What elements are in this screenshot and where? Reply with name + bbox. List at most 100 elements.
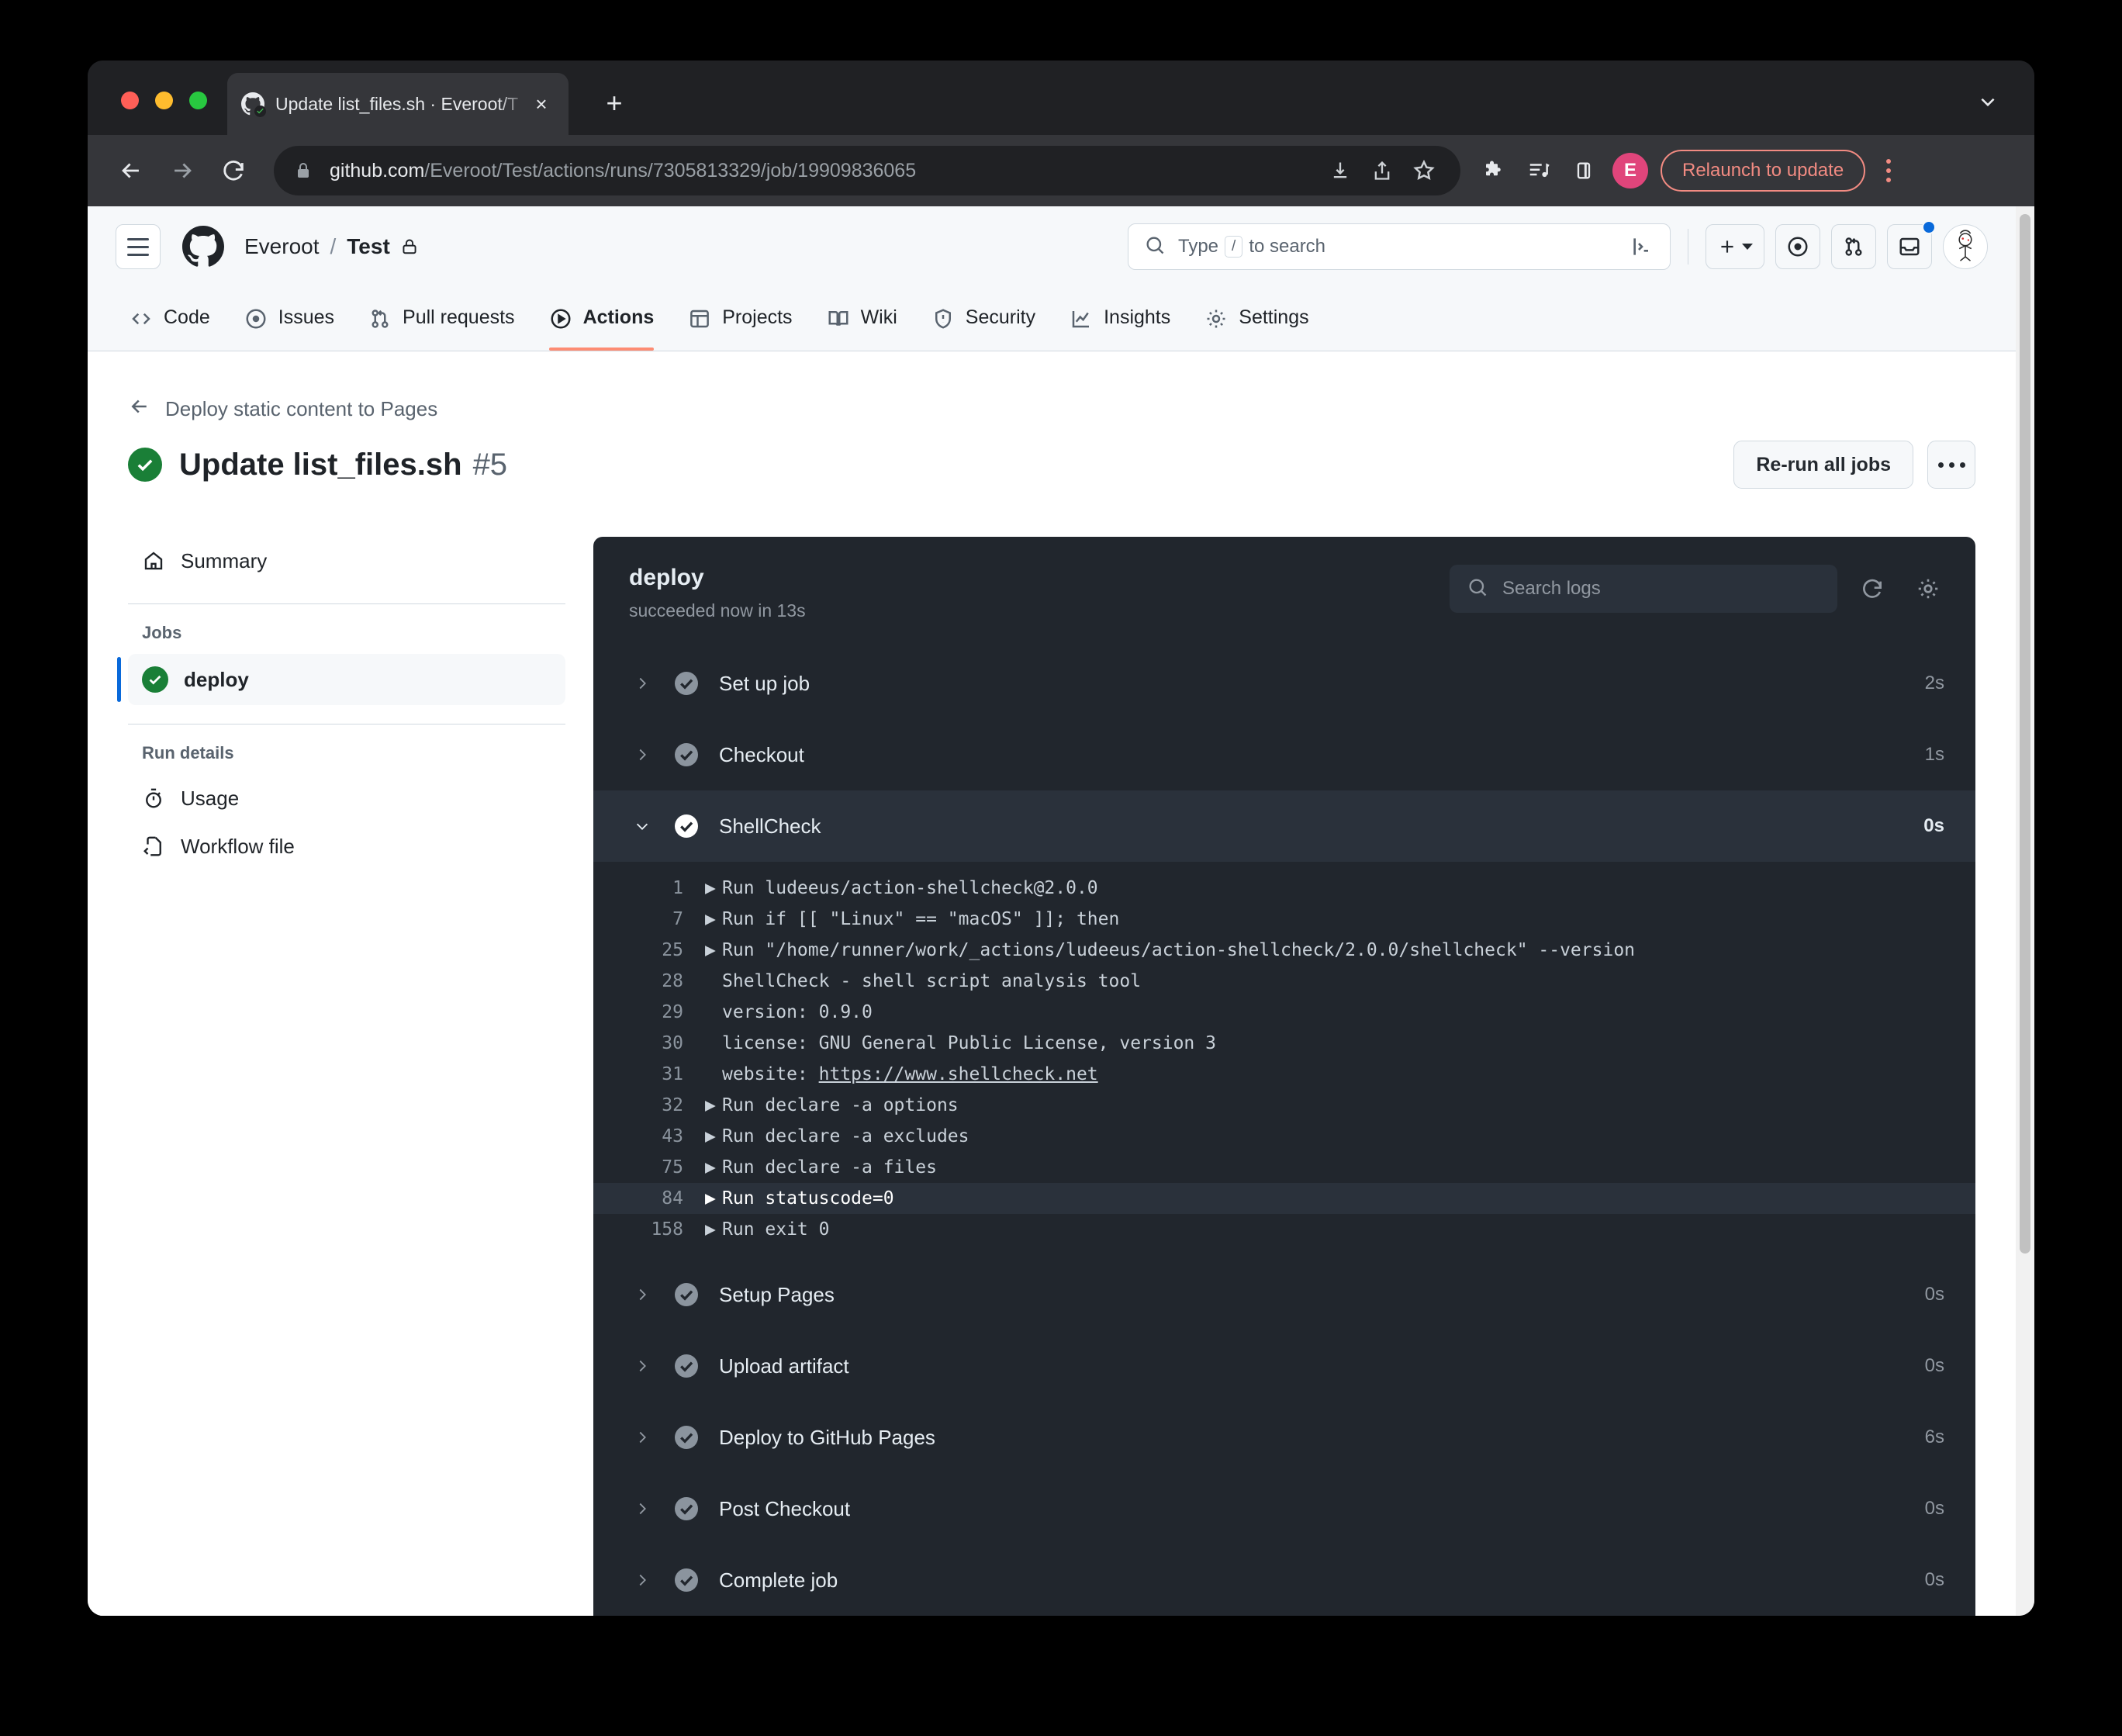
repo-nav-security[interactable]: Security <box>918 287 1049 351</box>
repo-nav-pull-requests[interactable]: Pull requests <box>354 287 529 351</box>
log-step-upload-artifact[interactable]: Upload artifact 0s <box>593 1330 1975 1402</box>
relaunch-to-update-button[interactable]: Relaunch to update <box>1661 150 1865 192</box>
log-expand-triangle-icon[interactable]: ▶ <box>705 909 722 929</box>
terminal-icon[interactable] <box>1630 234 1654 259</box>
log-line[interactable]: 43 ▶ Run declare -a excludes <box>593 1121 1975 1152</box>
log-line[interactable]: 7 ▶ Run if [[ "Linux" == "macOS" ]]; the… <box>593 904 1975 935</box>
download-icon[interactable] <box>1324 154 1356 187</box>
log-expand-triangle-icon[interactable]: ▶ <box>705 1219 722 1240</box>
log-line[interactable]: 25 ▶ Run "/home/runner/work/_actions/lud… <box>593 935 1975 966</box>
repo-nav-code[interactable]: Code <box>116 287 224 351</box>
page-content: Everoot / Test Type/to search <box>88 206 2016 1616</box>
git-pull-request-icon <box>368 307 392 330</box>
issues-button[interactable] <box>1775 224 1820 269</box>
side-panel-icon[interactable] <box>1567 154 1600 187</box>
repo-nav-actions[interactable]: Actions <box>535 287 669 351</box>
workflow-back-link[interactable]: Deploy static content to Pages <box>128 395 1975 424</box>
browser-tab[interactable]: Update list_files.sh · Everoot/T × <box>227 73 569 135</box>
sidebar-item-workflow-file[interactable]: Workflow file <box>128 822 565 870</box>
github-logo-icon[interactable] <box>182 226 224 268</box>
browser-menu-icon[interactable] <box>1873 152 1904 189</box>
log-step-checkout[interactable]: Checkout 1s <box>593 719 1975 790</box>
avatar[interactable] <box>1943 224 1988 269</box>
extensions-puzzle-icon[interactable] <box>1477 154 1510 187</box>
step-duration: 0s <box>1925 1355 1944 1377</box>
table-icon <box>688 307 711 330</box>
rerun-all-jobs-button[interactable]: Re-run all jobs <box>1733 441 1913 489</box>
back-icon[interactable] <box>114 154 148 188</box>
sidebar-item-summary[interactable]: Summary <box>128 537 565 585</box>
bookmark-star-icon[interactable] <box>1408 154 1440 187</box>
log-expand-triangle-icon[interactable]: ▶ <box>705 1188 722 1209</box>
repo-nav-projects[interactable]: Projects <box>674 287 806 351</box>
log-line[interactable]: 158 ▶ Run exit 0 <box>593 1214 1975 1245</box>
sidebar-item-usage[interactable]: Usage <box>128 774 565 822</box>
repo-nav-wiki[interactable]: Wiki <box>813 287 911 351</box>
create-new-button[interactable] <box>1706 224 1764 269</box>
log-step-deploy-to-github-pages[interactable]: Deploy to GitHub Pages 6s <box>593 1402 1975 1473</box>
step-duration: 1s <box>1925 744 1944 766</box>
log-line-text: ShellCheck - shell script analysis tool <box>722 971 1141 991</box>
close-icon[interactable]: × <box>528 91 555 117</box>
graph-icon <box>1070 307 1093 330</box>
reading-list-icon[interactable] <box>1522 154 1555 187</box>
repo-nav-label: Actions <box>583 306 655 329</box>
notifications-button[interactable] <box>1887 224 1932 269</box>
forward-icon[interactable] <box>165 154 199 188</box>
minimize-window-button[interactable] <box>155 92 173 109</box>
log-line-text: website: <box>722 1064 819 1084</box>
log-line-number: 28 <box>629 971 683 991</box>
log-step-shellcheck[interactable]: ShellCheck 0s <box>593 790 1975 862</box>
notification-indicator <box>1922 220 1936 234</box>
log-output[interactable]: 1 ▶ Run ludeeus/action-shellcheck@2.0.0 … <box>593 862 1975 1259</box>
breadcrumb-separator: / <box>330 234 337 259</box>
reload-icon[interactable] <box>216 154 251 188</box>
new-tab-button[interactable]: + <box>596 85 633 123</box>
log-line[interactable]: 75 ▶ Run declare -a files <box>593 1152 1975 1183</box>
log-expand-triangle-icon[interactable]: ▶ <box>705 1157 722 1178</box>
window-traffic-lights[interactable] <box>121 92 207 109</box>
maximize-window-button[interactable] <box>189 92 207 109</box>
log-line[interactable]: 1 ▶ Run ludeeus/action-shellcheck@2.0.0 <box>593 873 1975 904</box>
share-icon[interactable] <box>1366 154 1398 187</box>
log-expand-triangle-icon[interactable]: ▶ <box>705 940 722 960</box>
close-window-button[interactable] <box>121 92 139 109</box>
log-expand-triangle-icon[interactable]: ▶ <box>705 1095 722 1115</box>
log-step-setup-pages[interactable]: Setup Pages 0s <box>593 1259 1975 1330</box>
repo-nav-issues[interactable]: Issues <box>230 287 348 351</box>
repo-nav-insights[interactable]: Insights <box>1056 287 1184 351</box>
browser-profile-avatar[interactable]: E <box>1612 153 1648 188</box>
log-step-post-checkout[interactable]: Post Checkout 0s <box>593 1473 1975 1544</box>
log-line[interactable]: 32 ▶ Run declare -a options <box>593 1090 1975 1121</box>
more-options-button[interactable] <box>1927 441 1975 489</box>
repo-nav-settings[interactable]: Settings <box>1191 287 1322 351</box>
breadcrumb-repo[interactable]: Test <box>347 234 390 259</box>
shellcheck-website-link[interactable]: https://www.shellcheck.net <box>819 1064 1098 1084</box>
refresh-icon[interactable] <box>1851 568 1893 610</box>
search-input[interactable]: Type/to search <box>1128 223 1671 270</box>
log-step-set-up-job[interactable]: Set up job 2s <box>593 648 1975 719</box>
pull-requests-button[interactable] <box>1831 224 1876 269</box>
log-no-triangle <box>705 1033 722 1053</box>
log-step-complete-job[interactable]: Complete job 0s <box>593 1544 1975 1616</box>
hamburger-menu-icon[interactable] <box>116 224 161 269</box>
breadcrumb-owner[interactable]: Everoot <box>244 234 320 259</box>
scrollbar-thumb[interactable] <box>2020 214 2030 1254</box>
sidebar-heading-run-details: Run details <box>128 743 565 763</box>
log-expand-triangle-icon[interactable]: ▶ <box>705 1126 722 1146</box>
log-expand-triangle-icon[interactable]: ▶ <box>705 878 722 898</box>
search-placeholder: Type/to search <box>1178 236 1630 258</box>
log-line[interactable]: 30 license: GNU General Public License, … <box>593 1028 1975 1059</box>
page-scrollbar[interactable] <box>2016 206 2034 1616</box>
log-line[interactable]: 28 ShellCheck - shell script analysis to… <box>593 966 1975 997</box>
log-line[interactable]: 31 website: https://www.shellcheck.net <box>593 1059 1975 1090</box>
sidebar-item-job-deploy[interactable]: deploy <box>128 654 565 705</box>
log-line[interactable]: 29 version: 0.9.0 <box>593 997 1975 1028</box>
log-line-highlighted[interactable]: 84 ▶ Run statuscode=0 <box>593 1183 1975 1214</box>
gear-icon[interactable] <box>1907 568 1949 610</box>
chevron-down-icon[interactable] <box>1972 92 2003 112</box>
address-bar[interactable]: github.com/Everoot/Test/actions/runs/730… <box>274 146 1460 195</box>
log-search-input[interactable]: Search logs <box>1450 565 1837 613</box>
chevron-right-icon <box>629 746 655 763</box>
gear-icon <box>1204 307 1228 330</box>
